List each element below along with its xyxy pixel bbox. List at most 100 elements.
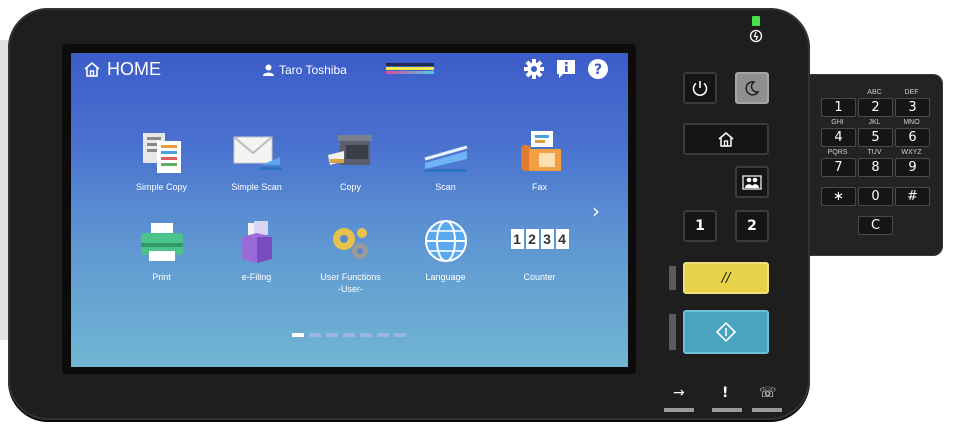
globe-icon [421, 219, 471, 265]
app-label: Copy [339, 182, 361, 192]
reset-indicator [669, 266, 676, 290]
key-3[interactable]: 3 [895, 98, 930, 117]
next-page-arrow[interactable]: › [592, 199, 600, 223]
moon-icon [745, 81, 760, 96]
key-asterisk[interactable]: ∗ [821, 187, 856, 206]
app-print[interactable]: Print [114, 219, 209, 283]
app-language[interactable]: Language [398, 219, 493, 283]
app-counter[interactable]: 1 2 3 4 Counter [492, 219, 587, 283]
job-2-button[interactable]: 2 [735, 210, 769, 242]
job-1-button[interactable]: 1 [683, 210, 717, 242]
page-dot-2[interactable] [309, 333, 321, 337]
key-4[interactable]: 4 [821, 128, 856, 147]
page-indicator [292, 333, 406, 337]
reset-button[interactable]: // [683, 262, 769, 294]
error-led [712, 408, 742, 412]
counter-digit: 3 [540, 229, 554, 249]
counter-icon: 1 2 3 4 [509, 219, 571, 265]
app-label: Simple Copy [135, 182, 188, 192]
key-2[interactable]: 2 [858, 98, 893, 117]
key-2-letters: ABC [867, 89, 882, 96]
user-name: Taro Toshiba [279, 63, 347, 77]
start-icon [715, 321, 737, 343]
gear-icon[interactable] [523, 58, 545, 80]
key-4-letters: GHI [831, 119, 844, 126]
app-label: Fax [531, 182, 547, 192]
e-filing-box-icon [232, 219, 282, 265]
app-label: Language [425, 272, 466, 282]
app-label: Scan [435, 182, 456, 192]
key-7[interactable]: 7 [821, 158, 856, 177]
page-dot-3[interactable] [326, 333, 338, 337]
counter-digit: 2 [525, 229, 539, 249]
key-6-letters: MNO [903, 119, 920, 126]
counter-digit: 1 [510, 229, 524, 249]
key-8[interactable]: 8 [858, 158, 893, 177]
home-button[interactable] [683, 123, 769, 155]
page-dot-7[interactable] [394, 333, 406, 337]
key-9-letters: WXYZ [901, 149, 922, 156]
printer-icon [137, 219, 187, 265]
key-0[interactable]: 0 [858, 187, 893, 206]
app-simple-scan[interactable]: Simple Scan [209, 129, 304, 193]
fax-icon [515, 129, 565, 175]
error-indicator: ! [722, 385, 729, 401]
counter-digit: 4 [555, 229, 569, 249]
user-account[interactable]: Taro Toshiba [263, 63, 347, 77]
key-9[interactable]: 9 [895, 158, 930, 177]
home-icon [84, 61, 100, 77]
screen-header: HOME Taro Toshiba ? [71, 53, 628, 89]
app-label: Print [152, 272, 171, 282]
page-dot-4[interactable] [343, 333, 355, 337]
power-icon [692, 81, 708, 96]
key-hash[interactable]: # [895, 187, 930, 206]
key-5-letters: JKL [868, 119, 881, 126]
copier-icon [326, 129, 376, 175]
page-dot-6[interactable] [377, 333, 389, 337]
page-dot-5[interactable] [360, 333, 372, 337]
start-indicator [669, 314, 676, 350]
home-icon [718, 132, 734, 147]
app-user-functions[interactable]: User Functions -User- [303, 219, 398, 295]
user-login-button[interactable] [735, 166, 769, 198]
gears-icon [326, 219, 376, 265]
svg-text:?: ? [594, 62, 602, 78]
app-fax[interactable]: Fax [492, 129, 587, 193]
info-icon[interactable] [555, 58, 577, 80]
scanner-icon [421, 129, 471, 175]
fax-line-indicator: ☏ [759, 385, 777, 401]
app-label: User Functions -User- [320, 272, 381, 294]
touch-screen: HOME Taro Toshiba ? Simple Copy Simple S… [71, 53, 628, 367]
data-led [664, 408, 694, 412]
simple-scan-icon [232, 129, 282, 175]
key-1[interactable]: 1 [821, 98, 856, 117]
app-label: Counter [523, 272, 556, 282]
key-3-letters: DEF [904, 89, 919, 96]
power-button[interactable] [683, 72, 717, 104]
key-5[interactable]: 5 [858, 128, 893, 147]
start-button[interactable] [683, 310, 769, 354]
fax-led [752, 408, 782, 412]
app-label: e-Filing [241, 272, 272, 282]
power-led [752, 16, 760, 26]
home-title[interactable]: HOME [83, 59, 161, 80]
key-7-letters: PQRS [827, 149, 848, 156]
app-simple-copy[interactable]: Simple Copy [114, 129, 209, 193]
simple-copy-icon [137, 129, 187, 175]
app-scan[interactable]: Scan [398, 129, 493, 193]
power-indicator-icon [749, 29, 763, 43]
page-dot-1[interactable] [292, 333, 304, 337]
app-e-filing[interactable]: e-Filing [209, 219, 304, 283]
key-8-letters: TUV [867, 149, 882, 156]
header-icons: ? [523, 58, 609, 80]
numeric-keypad: 1 ABC 2 DEF 3 GHI 4 JKL 5 MNO 6 PQRS 7 T… [800, 74, 943, 256]
help-icon[interactable]: ? [587, 58, 609, 80]
clear-key[interactable]: C [858, 216, 893, 235]
key-6[interactable]: 6 [895, 128, 930, 147]
energy-saver-button[interactable] [735, 72, 769, 104]
toner-level-indicator [386, 63, 434, 77]
user-icon [263, 64, 274, 76]
app-label: Simple Scan [231, 182, 282, 192]
page-title: HOME [107, 59, 161, 79]
app-copy[interactable]: Copy [303, 129, 398, 193]
